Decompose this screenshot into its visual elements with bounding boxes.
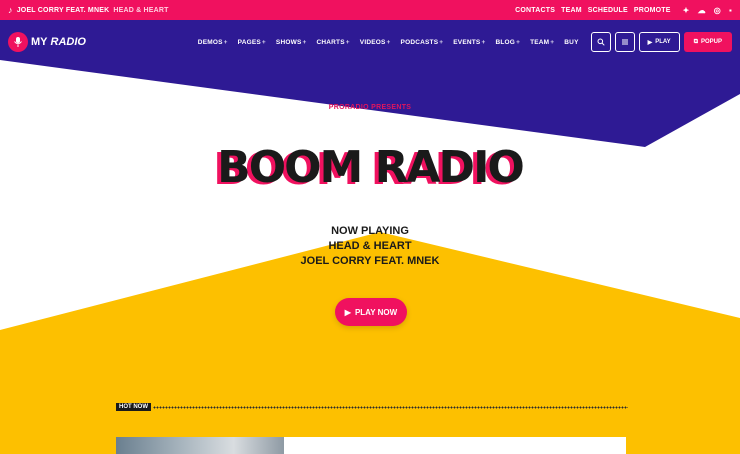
social-links: ✦ ☁ ◎ ▪: [683, 6, 732, 15]
nav-label: TEAM: [530, 38, 550, 46]
play-icon: ▶: [647, 39, 653, 46]
nav-label: DEMOS: [197, 38, 223, 46]
now-playing-ticker: ♪ JOEL CORRY FEAT. MNEK HEAD & HEART: [8, 5, 169, 15]
nav-label: EVENTS: [453, 38, 481, 46]
popup-button[interactable]: ⧉ POPUP: [683, 32, 732, 52]
main-header: MY RADIO DEMOS+ PAGES+ SHOWS+ CHARTS+ VID…: [0, 20, 740, 64]
logo-radio: RADIO: [50, 36, 86, 48]
now-playing-block: NOW PLAYING HEAD & HEART JOEL CORRY FEAT…: [0, 224, 740, 269]
instagram-icon[interactable]: ◎: [714, 6, 721, 15]
nav-pages[interactable]: PAGES+: [238, 39, 266, 46]
plus-icon: +: [439, 38, 444, 46]
music-note-icon: ♪: [8, 5, 13, 15]
header-play-label: PLAY: [655, 39, 671, 45]
top-links: CONTACTS TEAM SCHEDULE PROMOTE ✦ ☁ ◎ ▪: [515, 6, 732, 15]
hot-now-bar: HOT NOW: [116, 402, 628, 412]
main-nav: DEMOS+ PAGES+ SHOWS+ CHARTS+ VIDEOS+ POD…: [198, 39, 579, 46]
ticker-artist: JOEL CORRY FEAT. MNEK: [16, 6, 110, 14]
header-play-button[interactable]: ▶ PLAY: [638, 32, 680, 52]
nav-label: SHOWS: [275, 38, 302, 46]
microphone-icon: [8, 32, 28, 52]
plus-icon: +: [302, 38, 307, 46]
plus-icon: +: [516, 38, 521, 46]
nav-shows[interactable]: SHOWS+: [276, 39, 307, 46]
logo-my: MY: [31, 36, 48, 48]
plus-icon: +: [550, 38, 555, 46]
nav-label: PAGES: [237, 38, 261, 46]
hero-title-text: BOOM RADIO: [217, 142, 525, 193]
top-bar: ♪ JOEL CORRY FEAT. MNEK HEAD & HEART CON…: [0, 0, 740, 20]
search-button[interactable]: [590, 32, 611, 52]
header-buttons: ▶ PLAY ⧉ POPUP: [590, 32, 732, 52]
nav-label: PODCASTS: [400, 38, 439, 46]
plus-icon: +: [261, 38, 266, 46]
link-contacts[interactable]: CONTACTS: [515, 7, 555, 14]
plus-icon: +: [386, 38, 391, 46]
hot-now-label: HOT NOW: [116, 403, 151, 411]
featured-thumbnail[interactable]: [116, 437, 284, 454]
popup-icon: ⧉: [693, 38, 698, 45]
play-now-label: PLAY NOW: [354, 307, 398, 317]
nav-label: BLOG: [495, 38, 516, 46]
dotted-divider: [153, 405, 628, 409]
nav-label: CHARTS: [316, 38, 345, 46]
nav-podcasts[interactable]: PODCASTS+: [401, 39, 444, 46]
featured-card[interactable]: [116, 437, 626, 454]
nav-videos[interactable]: VIDEOS+: [360, 39, 391, 46]
plus-icon: +: [223, 38, 228, 46]
nav-events[interactable]: EVENTS+: [453, 39, 485, 46]
play-icon: ▶: [344, 307, 351, 317]
nav-label: VIDEOS: [359, 38, 386, 46]
now-playing-artist: JOEL CORRY FEAT. MNEK: [300, 255, 440, 267]
site-logo[interactable]: MY RADIO: [8, 32, 86, 52]
twitter-icon[interactable]: ✦: [683, 6, 690, 15]
search-icon: [597, 38, 605, 46]
hero-presents: PRORADIO PRESENTS: [328, 104, 412, 111]
play-now-button[interactable]: ▶ PLAY NOW: [335, 298, 407, 326]
hero-title: BOOM RADIO BOOM RADIO: [0, 142, 740, 202]
popup-label: POPUP: [700, 39, 722, 45]
menu-icon: [621, 39, 628, 45]
menu-button[interactable]: [614, 32, 635, 52]
plus-icon: +: [481, 38, 486, 46]
ticker-title: HEAD & HEART: [113, 6, 169, 14]
now-playing-label: NOW PLAYING: [331, 225, 409, 237]
nav-demos[interactable]: DEMOS+: [198, 39, 228, 46]
nav-blog[interactable]: BLOG+: [495, 39, 520, 46]
soundcloud-icon[interactable]: ☁: [698, 6, 706, 15]
now-playing-song: HEAD & HEART: [328, 240, 412, 252]
nav-buy[interactable]: BUY: [564, 39, 578, 46]
plus-icon: +: [345, 38, 350, 46]
facebook-icon[interactable]: ▪: [729, 6, 732, 15]
link-schedule[interactable]: SCHEDULE: [588, 7, 628, 14]
nav-label: BUY: [564, 38, 579, 46]
link-promote[interactable]: PROMOTE: [634, 7, 671, 14]
nav-charts[interactable]: CHARTS+: [316, 39, 349, 46]
link-team[interactable]: TEAM: [561, 7, 582, 14]
nav-team[interactable]: TEAM+: [530, 39, 554, 46]
